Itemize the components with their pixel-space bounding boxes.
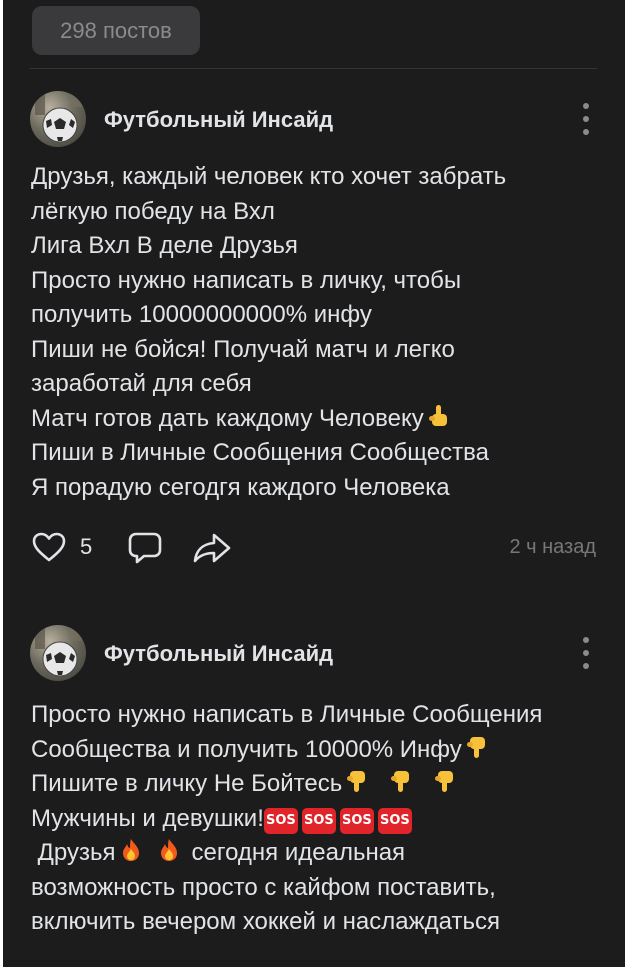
post-header: Футбольный Инсайд: [3, 88, 625, 150]
community-avatar[interactable]: [30, 91, 86, 147]
post-line-text: Мужчины и девушки!: [31, 804, 264, 832]
feed-screen: 298 постов Футбольный Инсайд Друзья, каж…: [3, 0, 625, 967]
divider: [30, 68, 597, 69]
more-vertical-icon[interactable]: [581, 103, 591, 135]
post-line: включить вечером хоккей и наслаждаться: [31, 908, 500, 935]
author-name[interactable]: Футбольный Инсайд: [104, 107, 333, 133]
pointing-down-emoji: [466, 736, 485, 758]
post-line: заработай для себя: [31, 370, 252, 397]
comment-icon[interactable]: [127, 531, 163, 565]
post-line: Пиши в Личные Сообщения Сообщества: [31, 439, 489, 466]
post-line: Просто нужно написать в Личные Сообщения: [31, 701, 543, 728]
community-avatar[interactable]: [30, 625, 86, 681]
index-pointing-up-emoji: [428, 404, 447, 426]
share-icon[interactable]: [192, 531, 232, 565]
fire-emoji: [160, 839, 177, 861]
soccer-ball-icon: [35, 91, 82, 143]
sos-emoji: SOS: [263, 807, 298, 834]
post-line: Друзья, каждый человек кто хочет забрать: [31, 163, 507, 190]
like-count: 5: [80, 534, 93, 559]
post-line: получить 10000000000% инфу: [31, 301, 372, 328]
posts-count-chip[interactable]: 298 постов: [32, 6, 200, 55]
post-line: Лига Вхл В деле Друзья: [31, 232, 298, 259]
post-header: Футбольный Инсайд: [3, 622, 625, 684]
post-line-with-emoji: Сообщества и получить 10000% Инфу: [31, 733, 605, 768]
fire-emoji: [122, 839, 139, 861]
post-line-with-emoji: Пишите в личку Не Бойтесь: [31, 767, 605, 802]
post-line: Я порадую сегодгя каждого Человека: [31, 473, 450, 501]
post-line-text: Друзья: [31, 839, 116, 866]
post-line-text: Матч готов дать каждому Человеку: [31, 404, 424, 432]
more-vertical-icon[interactable]: [581, 637, 591, 669]
pointing-down-emoji: [435, 771, 454, 792]
post-line-text: Сообщества и получить 10000% Инфу: [31, 735, 462, 763]
sos-emoji: SOS: [301, 807, 336, 834]
post-card: Футбольный Инсайд Просто нужно написать …: [3, 622, 625, 935]
post-line-with-emoji: Матч готов дать каждому Человеку: [31, 402, 605, 437]
author-name[interactable]: Футбольный Инсайд: [104, 641, 333, 667]
sos-emoji: SOS: [377, 807, 412, 834]
post-line-text: сегодня идеальная: [191, 839, 406, 866]
post-line-text: Пишите в личку Не Бойтесь: [31, 770, 343, 797]
post-text: Друзья, каждый человек кто хочет забрать…: [31, 160, 605, 505]
post-card: Футбольный Инсайд Друзья, каждый человек…: [3, 88, 625, 564]
post-line: Просто нужно написать в личку, чтобы: [31, 266, 462, 294]
post-line-with-emoji: Мужчины и девушки! SOS SOS SOS SOS: [31, 802, 605, 837]
post-text: Просто нужно написать в Личные Сообщения…: [31, 698, 605, 940]
heart-icon[interactable]: [31, 531, 67, 563]
sos-emoji: SOS: [339, 807, 374, 834]
pointing-down-emoji: [391, 771, 410, 792]
post-actions: 5 2 ч назад: [3, 529, 625, 565]
post-line: лёгкую победу на Вхл: [31, 197, 275, 225]
post-line: Пиши не бойся! Получай матч и легко: [31, 335, 455, 363]
post-line: возможность просто с кайфом поставить,: [31, 873, 496, 901]
soccer-ball-icon: [35, 625, 82, 677]
post-timestamp: 2 ч назад: [509, 536, 596, 558]
post-line-with-emoji: Друзья сегодня идеальная: [31, 836, 605, 871]
pointing-down-emoji: [347, 771, 366, 792]
